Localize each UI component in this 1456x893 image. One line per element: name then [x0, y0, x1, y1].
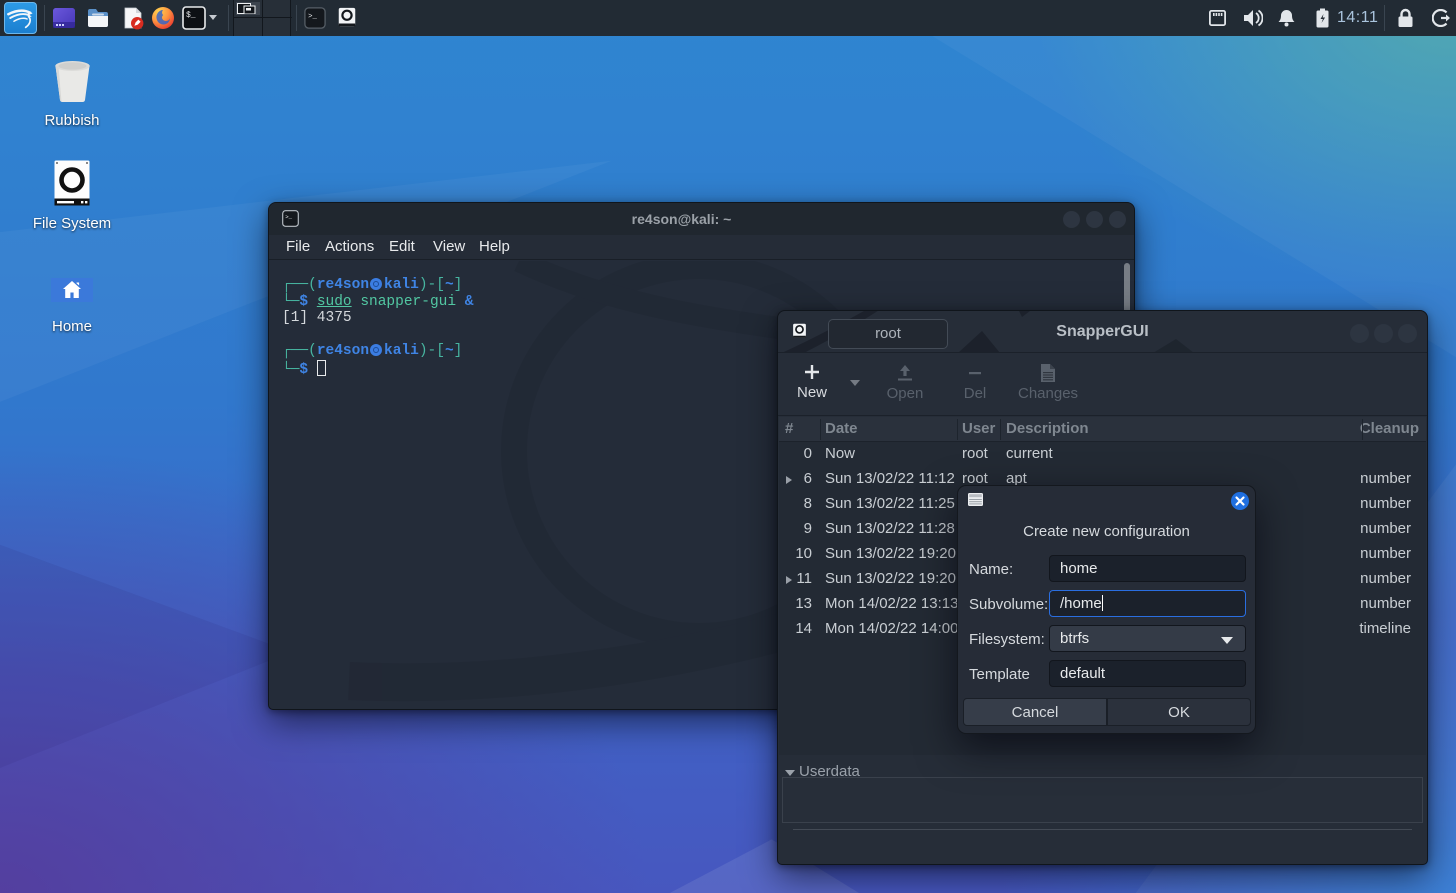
svg-text:$_: $_: [186, 11, 196, 20]
svg-text:>_: >_: [308, 13, 317, 21]
